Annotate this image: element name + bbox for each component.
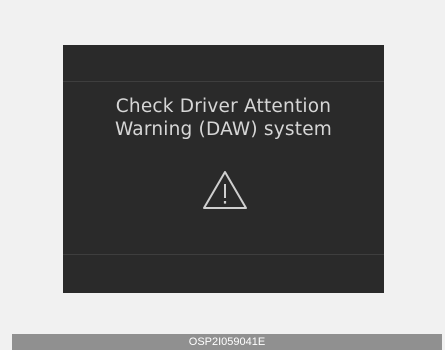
bottom-divider (63, 254, 384, 255)
message-line-1: Check Driver Attention (115, 96, 332, 117)
top-divider (63, 81, 384, 82)
figure-code: OSP2I059041E (188, 336, 266, 348)
figure-code-bar: OSP2I059041E (12, 334, 442, 350)
cluster-display-screen: Check Driver Attention Warning (DAW) sys… (63, 45, 384, 293)
warning-triangle-icon (203, 171, 247, 209)
daw-warning-message: Check Driver Attention Warning (DAW) sys… (63, 95, 384, 141)
message-line-2: Warning (DAW) system (115, 119, 332, 140)
